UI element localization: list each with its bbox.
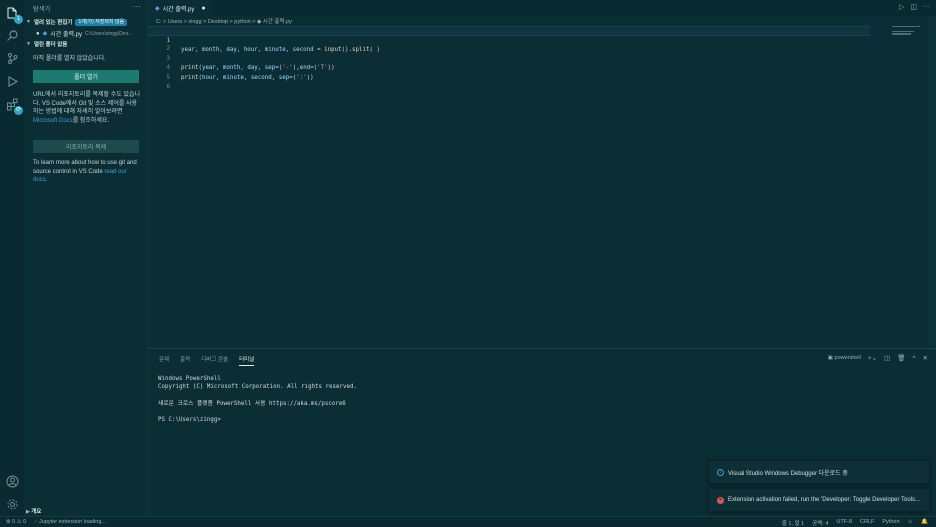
terminal-line: ​ — [158, 408, 357, 416]
clone-text-part1: URL에서 리포지토리를 복제할 수도 있습니다. VS Code에서 Git … — [33, 92, 140, 115]
source-control-icon[interactable] — [4, 50, 20, 66]
outline-label: 개요 — [31, 509, 42, 515]
no-folder-message: 아직 폴더를 열지 않았습니다. — [33, 56, 106, 62]
editor-tab-bar: ◆ 시간 출력.py ● ▷ ◫ ··· — [148, 0, 936, 16]
extensions-badge: ⟳ — [14, 106, 23, 115]
run-debug-icon[interactable] — [4, 73, 20, 89]
microsoft-docs-link[interactable]: Microsoft Docs — [33, 118, 73, 124]
panel-tabs: 문제 출력 디버그 콘솔 터미널 — [159, 355, 255, 366]
no-folder-label: 열린 폴더 없음 — [33, 42, 68, 48]
notifications-bell-icon[interactable]: 🔔 — [921, 519, 928, 527]
error-notification[interactable]: × Extension activation failed, run the '… — [708, 488, 930, 512]
terminal-line: ​ — [158, 391, 357, 399]
open-editor-path: C:\Users\zingg\Des... — [85, 30, 133, 37]
unsaved-dot-icon: ● — [36, 30, 40, 37]
tab-debug-console[interactable]: 디버그 콘솔 — [201, 355, 228, 366]
clone-text-part2: 를 참조하세요. — [72, 117, 110, 124]
clone-repository-button[interactable]: 리포지토리 복제 — [33, 140, 139, 153]
activity-bar: 1 ⟳ — [0, 0, 24, 516]
sidebar-more-button[interactable]: ··· — [133, 2, 141, 11]
jupyter-status[interactable]: ◌ Jupyter extension loading... — [34, 519, 106, 525]
indentation-status[interactable]: 공백: 4 — [812, 519, 828, 527]
breadcrumb[interactable]: C: > Users > zingg > Desktop > python > … — [156, 17, 292, 25]
code-line[interactable]: 6 — [148, 74, 870, 90]
explorer-icon[interactable]: 1 — [4, 5, 23, 24]
learn-text-part2: . — [45, 177, 48, 183]
tab-time-output[interactable]: ◆ 시간 출력.py ● — [148, 0, 214, 16]
editor-actions: ▷ ◫ ··· — [899, 3, 930, 11]
cursor-position[interactable]: 줄 1, 열 1 — [782, 519, 804, 527]
eol-status[interactable]: CRLF — [860, 519, 874, 527]
editor-scrollbar[interactable] — [928, 16, 936, 346]
code-editor[interactable]: 1 year, month, day, hour, minute, second… — [148, 26, 936, 346]
close-panel-icon[interactable]: ✕ — [923, 354, 928, 362]
terminal-line: Windows PowerShell — [158, 376, 221, 382]
code-line[interactable]: 2 — [148, 36, 870, 52]
terminal-line: 새로운 크로스 플랫폼 PowerShell 사용 https://aka.ms… — [158, 400, 346, 407]
terminal-icon: ▣ — [827, 355, 835, 361]
git-learn-description: To learn more about how to use git and s… — [33, 159, 141, 185]
problems-status[interactable]: ⊗ 0 ⚠ 0 — [6, 519, 26, 525]
python-file-icon: ◆ — [42, 31, 48, 37]
python-file-icon: ◆ — [155, 5, 160, 12]
feedback-icon[interactable]: ☺ — [908, 519, 914, 527]
panel-actions: ▣ powershell +⌄ ◫ 🗑 ^ ✕ — [828, 354, 928, 363]
open-editor-item[interactable]: ● ◆ 시간 출력.py C:\Users\zingg\Des... — [36, 29, 146, 39]
language-mode[interactable]: Python — [882, 519, 899, 527]
run-python-icon[interactable]: ▷ — [899, 3, 904, 11]
code-line[interactable]: 3 print(year, month, day, sep=('-'),end=… — [148, 45, 870, 72]
vscode-window: 1 ⟳ 탐색기 ··· ▼ 열려 있는 편집기 1개(가) 저장되지 않음 ● … — [0, 0, 936, 527]
terminal-output[interactable]: Windows PowerShell Copyright (C) Microsof… — [158, 375, 357, 424]
status-bar: ⊗ 0 ⚠ 0 ◌ Jupyter extension loading... 줄… — [0, 516, 936, 527]
clone-description: URL에서 리포지토리를 복제할 수도 있습니다. VS Code에서 Git … — [33, 91, 141, 125]
unsaved-badge: 1개(가) 저장되지 않음 — [75, 18, 128, 26]
split-editor-icon[interactable]: ◫ — [910, 3, 917, 11]
settings-gear-icon[interactable] — [4, 496, 20, 512]
sidebar-title: 탐색기 — [33, 7, 51, 13]
trash-icon[interactable]: 🗑 — [897, 354, 905, 362]
no-folder-header[interactable]: ▼ 열린 폴더 없음 — [26, 40, 67, 48]
outline-header[interactable]: ▶ 개요 — [26, 507, 41, 515]
open-folder-button[interactable]: 폴더 열기 — [33, 70, 139, 83]
explorer-badge: 1 — [14, 15, 23, 24]
open-editor-filename: 시간 출력.py — [50, 32, 83, 38]
maximize-panel-icon[interactable]: ^ — [912, 355, 915, 362]
explorer-sidebar: 탐색기 ··· ▼ 열려 있는 편집기 1개(가) 저장되지 않음 ● ◆ 시간… — [24, 0, 148, 516]
error-icon: × — [717, 496, 724, 504]
tab-output[interactable]: 출력 — [180, 355, 190, 366]
encoding-status[interactable]: UTF-8 — [836, 519, 852, 527]
minimap[interactable] — [892, 26, 922, 36]
chevron-down-icon: ▼ — [26, 41, 31, 47]
tab-terminal[interactable]: 터미널 — [239, 355, 255, 366]
more-actions-icon[interactable]: ··· — [923, 3, 930, 11]
open-editors-label: 열려 있는 편집기 — [33, 20, 73, 26]
tab-problems[interactable]: 문제 — [159, 355, 169, 366]
extensions-icon[interactable]: ⟳ — [4, 96, 23, 115]
terminal-line: Copyright (C) Microsoft Corporation. All… — [158, 384, 357, 391]
tab-label: 시간 출력.py — [162, 6, 195, 13]
terminal-shell-label: powershell — [834, 355, 861, 361]
account-icon[interactable] — [4, 473, 20, 489]
terminal-shell-selector[interactable]: ▣ powershell — [828, 355, 861, 361]
info-notification[interactable]: i Visual Studio Windows Debugger 다운로드 중 — [708, 460, 930, 484]
notification-text: Extension activation failed, run the 'De… — [728, 497, 921, 503]
code-line[interactable]: 4 print(hour, minute, second, sep=(':')) — [148, 55, 870, 81]
terminal-prompt: PS C:\Users\zingg> — [158, 417, 221, 424]
notification-text: Visual Studio Windows Debugger 다운로드 중 — [728, 470, 848, 477]
search-icon[interactable] — [4, 27, 20, 43]
split-terminal-icon[interactable]: ◫ — [884, 354, 890, 362]
chevron-down-icon: ▼ — [26, 19, 31, 25]
unsaved-dot-icon[interactable]: ● — [201, 5, 205, 12]
jupyter-status-text: Jupyter extension loading... — [39, 519, 107, 525]
code-line[interactable]: 5 — [148, 64, 870, 81]
line-number: 6 — [166, 84, 171, 90]
code-line[interactable]: 1 year, month, day, hour, minute, second… — [148, 26, 870, 53]
info-icon: i — [717, 468, 724, 476]
new-terminal-icon[interactable]: +⌄ — [868, 354, 877, 362]
open-editors-header[interactable]: ▼ 열려 있는 편집기 1개(가) 저장되지 않음 — [26, 18, 128, 26]
